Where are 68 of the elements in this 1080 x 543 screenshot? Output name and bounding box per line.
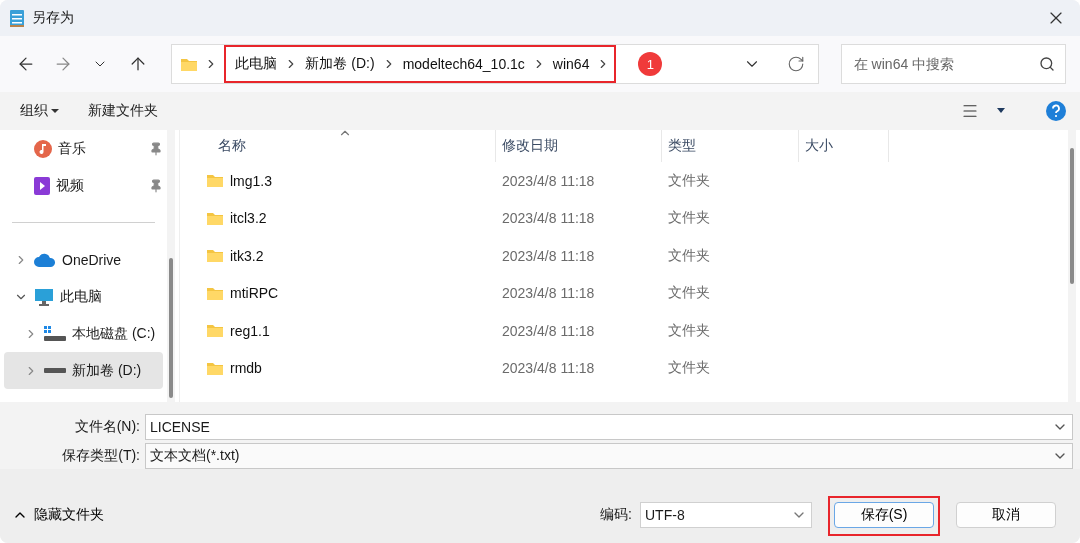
file-name[interactable]: itk3.2 <box>230 247 264 264</box>
save-button[interactable]: 保存(S) <box>834 502 934 528</box>
breadcrumb[interactable]: 新加卷 (D:) <box>300 55 380 73</box>
file-type: 文件夹 <box>667 284 711 303</box>
file-type: 文件夹 <box>667 209 711 228</box>
search-field[interactable]: 在 win64 中搜索 <box>840 44 1066 84</box>
file-name[interactable]: lmg1.3 <box>230 172 273 189</box>
music-note-icon <box>34 139 52 158</box>
field-label: 保存类型(T): <box>61 447 141 465</box>
quick-access-item[interactable]: 视频 <box>4 167 163 204</box>
organize-menu[interactable]: 组织 <box>12 98 68 124</box>
file-name-field[interactable]: LICENSE <box>145 414 1073 440</box>
file-name[interactable]: mtiRPC <box>230 285 279 302</box>
drive-icon <box>44 325 66 342</box>
encoding-select[interactable]: UTF-8 <box>640 502 812 528</box>
breadcrumb[interactable]: win64 <box>547 56 595 72</box>
video-icon <box>34 176 50 195</box>
modified-date: 2023/4/8 11:18 <box>501 210 596 227</box>
file-type: 文件夹 <box>667 246 711 265</box>
modified-date: 2023/4/8 11:18 <box>501 247 596 264</box>
modified-date: 2023/4/8 11:18 <box>501 360 596 377</box>
column-header[interactable]: 类型 <box>662 130 799 162</box>
search-icon[interactable] <box>1039 56 1055 72</box>
column-header[interactable]: 大小 <box>799 130 889 162</box>
column-header[interactable]: 名称 <box>180 130 496 162</box>
modified-date: 2023/4/8 11:18 <box>501 322 596 339</box>
tree-item[interactable]: OneDrive <box>4 241 163 278</box>
folder-icon <box>206 173 224 189</box>
monitor-icon <box>34 287 54 306</box>
file-name[interactable]: itcl3.2 <box>230 210 267 227</box>
help-icon[interactable] <box>1046 101 1066 121</box>
file-type: 文件夹 <box>667 359 711 378</box>
tree-item[interactable]: 此电脑 <box>4 278 163 315</box>
window-title: 另存为 <box>32 9 75 27</box>
field-label: 编码: <box>600 506 632 524</box>
folder-icon <box>180 56 199 72</box>
tree-item[interactable]: 新加卷 (D:) <box>4 352 163 389</box>
modified-date: 2023/4/8 11:18 <box>501 172 596 189</box>
folder-icon <box>206 360 224 376</box>
folder-icon <box>206 248 224 264</box>
hide-folders-toggle[interactable]: 隐藏文件夹 <box>12 506 104 524</box>
new-folder-button[interactable]: 新建文件夹 <box>80 98 166 124</box>
notepad-icon <box>10 9 24 27</box>
file-type: 文件夹 <box>667 171 711 190</box>
tree-item[interactable]: 本地磁盘 (C:) <box>4 315 163 352</box>
folder-icon <box>206 285 224 301</box>
quick-access-item[interactable]: 音乐 <box>4 130 163 167</box>
breadcrumb[interactable]: modeltech64_10.1c <box>397 56 530 72</box>
column-header[interactable]: 修改日期 <box>496 130 662 162</box>
breadcrumb[interactable]: 此电脑 <box>230 55 283 73</box>
cancel-button[interactable]: 取消 <box>956 502 1056 528</box>
cloud-icon <box>34 252 56 267</box>
caret-down-icon[interactable] <box>50 108 60 114</box>
file-type: 文件夹 <box>667 321 711 340</box>
search-input[interactable]: 在 win64 中搜索 <box>851 55 1039 73</box>
folder-icon <box>206 323 224 339</box>
caret-down-icon[interactable] <box>996 108 1006 114</box>
save-type-select[interactable]: 文本文档(*.txt) <box>145 443 1073 469</box>
file-name[interactable]: reg1.1 <box>230 322 270 339</box>
drive-icon <box>44 367 66 374</box>
step-badge: 1 <box>638 52 663 76</box>
file-name[interactable]: rmdb <box>230 360 262 377</box>
refresh-icon[interactable] <box>786 55 805 73</box>
modified-date: 2023/4/8 11:18 <box>501 285 596 302</box>
list-view-icon[interactable] <box>961 102 979 120</box>
folder-icon <box>206 210 224 226</box>
field-label: 文件名(N): <box>73 418 141 436</box>
address-bar[interactable]: 此电脑 新加卷 (D:) modeltech64_10.1c win64 1 <box>171 44 819 84</box>
